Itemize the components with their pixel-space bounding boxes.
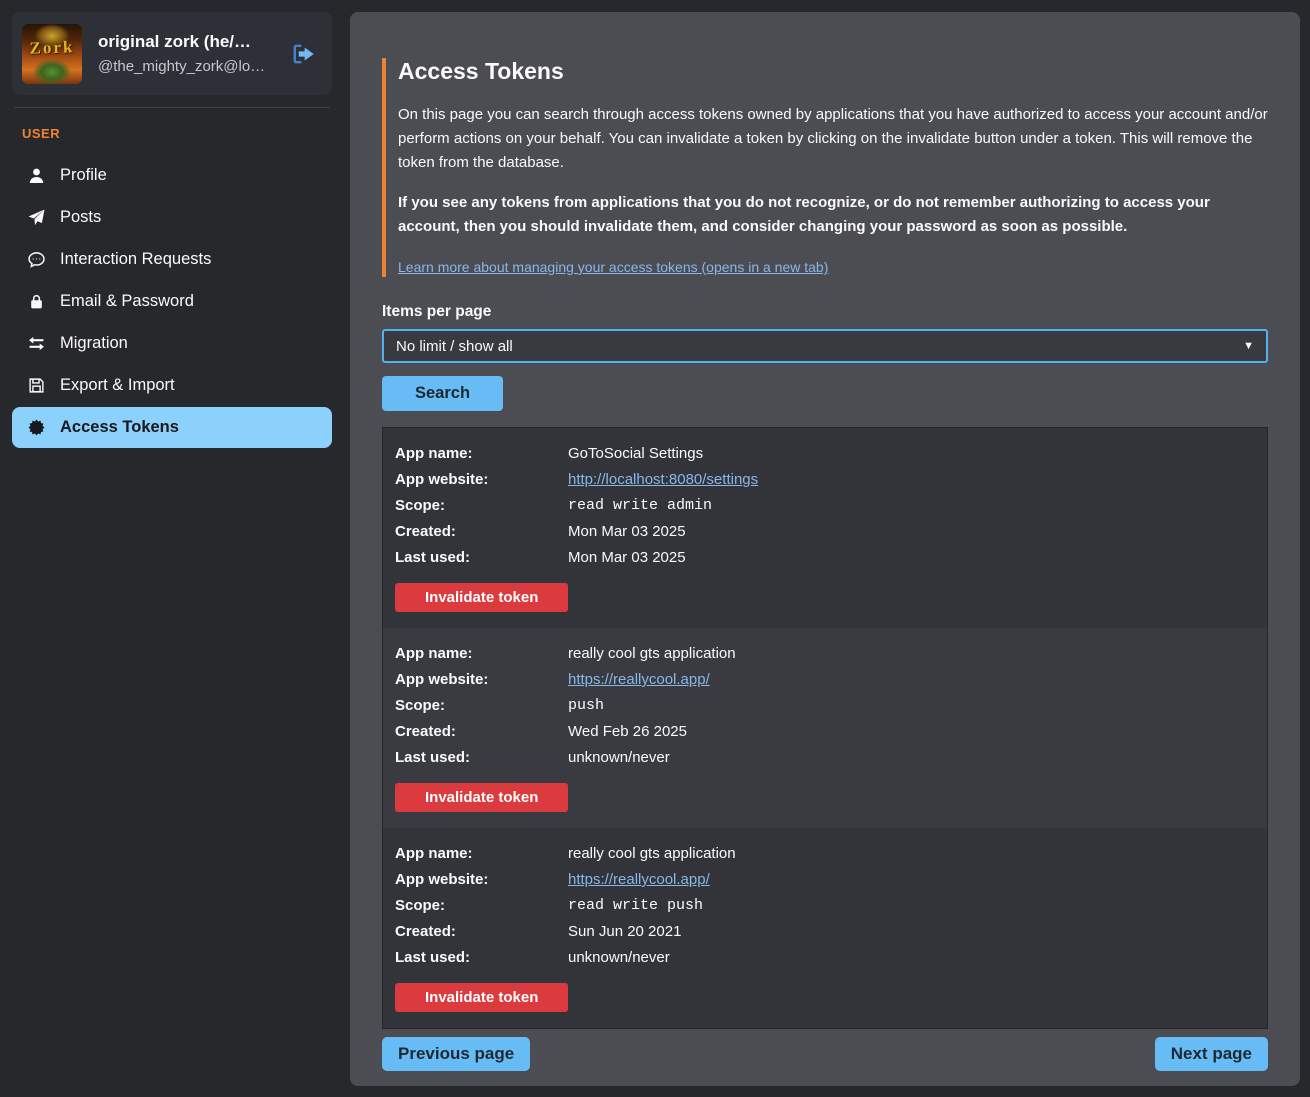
sign-out-icon (290, 41, 316, 67)
sidebar-item-interaction-requests[interactable]: Interaction Requests (12, 239, 332, 280)
scope-label: Scope: (395, 693, 568, 719)
app-website-value: https://reallycool.app/ (568, 867, 1251, 893)
invalidate-token-button[interactable]: Invalidate token (395, 783, 568, 812)
scope-value: read write push (568, 893, 1251, 919)
app-name-label: App name: (395, 441, 568, 467)
comment-dots-icon (27, 251, 45, 268)
token-list: App name: GoToSocial Settings App websit… (382, 427, 1268, 1029)
pagination: Previous page Next page (382, 1037, 1268, 1071)
app-website-value: https://reallycool.app/ (568, 667, 1251, 693)
display-name: original zork (he/… (98, 32, 274, 52)
created-value: Mon Mar 03 2025 (568, 519, 1251, 545)
user-section-label: USER (12, 126, 332, 141)
search-button[interactable]: Search (382, 376, 503, 411)
sidebar: Zork original zork (he/… @the_mighty_zor… (12, 12, 332, 1086)
username: @the_mighty_zork@lo… (98, 58, 274, 75)
app-website-value: http://localhost:8080/settings (568, 467, 1251, 493)
access-tokens-panel: Access Tokens On this page you can searc… (350, 12, 1300, 1086)
avatar: Zork (22, 24, 82, 84)
page-title: Access Tokens (398, 58, 1268, 85)
app-name-value: GoToSocial Settings (568, 441, 1251, 467)
sidebar-item-posts[interactable]: Posts (12, 197, 332, 238)
lock-icon (27, 293, 45, 310)
invalidate-token-button[interactable]: Invalidate token (395, 583, 568, 612)
sidebar-item-label: Posts (60, 208, 101, 227)
token-entry: App name: GoToSocial Settings App websit… (383, 428, 1267, 628)
sidebar-item-label: Access Tokens (60, 418, 179, 437)
items-per-page-label: Items per page (382, 303, 1268, 321)
sidebar-item-email-password[interactable]: Email & Password (12, 281, 332, 322)
created-value: Sun Jun 20 2021 (568, 919, 1251, 945)
user-icon (27, 167, 45, 184)
scope-label: Scope: (395, 493, 568, 519)
sidebar-item-label: Email & Password (60, 292, 194, 311)
last-used-value: unknown/never (568, 945, 1251, 971)
sidebar-item-label: Export & Import (60, 376, 175, 395)
last-used-label: Last used: (395, 745, 568, 771)
page-header: Access Tokens On this page you can searc… (382, 58, 1268, 277)
app-website-label: App website: (395, 667, 568, 693)
previous-page-button[interactable]: Previous page (382, 1037, 530, 1071)
last-used-label: Last used: (395, 545, 568, 571)
sidebar-item-label: Profile (60, 166, 107, 185)
created-label: Created: (395, 719, 568, 745)
last-used-value: Mon Mar 03 2025 (568, 545, 1251, 571)
sidebar-item-profile[interactable]: Profile (12, 155, 332, 196)
app-name-value: really cool gts application (568, 641, 1251, 667)
intro-paragraph: On this page you can search through acce… (398, 103, 1268, 175)
profile-card[interactable]: Zork original zork (he/… @the_mighty_zor… (12, 12, 332, 95)
last-used-value: unknown/never (568, 745, 1251, 771)
sidebar-item-label: Migration (60, 334, 128, 353)
certificate-seal-icon (27, 419, 45, 436)
sidebar-item-export-import[interactable]: Export & Import (12, 365, 332, 406)
sidebar-item-migration[interactable]: Migration (12, 323, 332, 364)
created-value: Wed Feb 26 2025 (568, 719, 1251, 745)
items-per-page-value: No limit / show all (396, 338, 513, 355)
paper-plane-icon (27, 209, 45, 226)
profile-names: original zork (he/… @the_mighty_zork@lo… (98, 32, 274, 75)
items-per-page-select[interactable]: No limit / show all ▼ (382, 329, 1268, 363)
app-name-label: App name: (395, 841, 568, 867)
app-website-label: App website: (395, 867, 568, 893)
chevron-down-icon: ▼ (1243, 340, 1254, 352)
app-website-link[interactable]: https://reallycool.app/ (568, 671, 710, 688)
sidebar-divider (14, 107, 330, 108)
warning-paragraph: If you see any tokens from applications … (398, 191, 1268, 239)
token-entry: App name: really cool gts application Ap… (383, 828, 1267, 1028)
invalidate-token-button[interactable]: Invalidate token (395, 983, 568, 1012)
app-name-value: really cool gts application (568, 841, 1251, 867)
scope-value: read write admin (568, 493, 1251, 519)
app-website-link[interactable]: https://reallycool.app/ (568, 871, 710, 888)
scope-label: Scope: (395, 893, 568, 919)
sidebar-item-access-tokens[interactable]: Access Tokens (12, 407, 332, 448)
app-name-label: App name: (395, 641, 568, 667)
last-used-label: Last used: (395, 945, 568, 971)
token-entry: App name: really cool gts application Ap… (383, 628, 1267, 828)
avatar-zork-art: Zork (22, 36, 82, 58)
sidebar-item-label: Interaction Requests (60, 250, 211, 269)
next-page-button[interactable]: Next page (1155, 1037, 1268, 1071)
floppy-disk-icon (27, 377, 45, 394)
logout-button[interactable] (290, 41, 316, 67)
created-label: Created: (395, 519, 568, 545)
created-label: Created: (395, 919, 568, 945)
scope-value: push (568, 693, 1251, 719)
transfer-arrows-icon (27, 335, 45, 352)
app-website-link[interactable]: http://localhost:8080/settings (568, 471, 758, 488)
sidebar-nav: Profile Posts Interaction Requests (12, 155, 332, 448)
app-website-label: App website: (395, 467, 568, 493)
learn-more-link[interactable]: Learn more about managing your access to… (398, 259, 828, 275)
